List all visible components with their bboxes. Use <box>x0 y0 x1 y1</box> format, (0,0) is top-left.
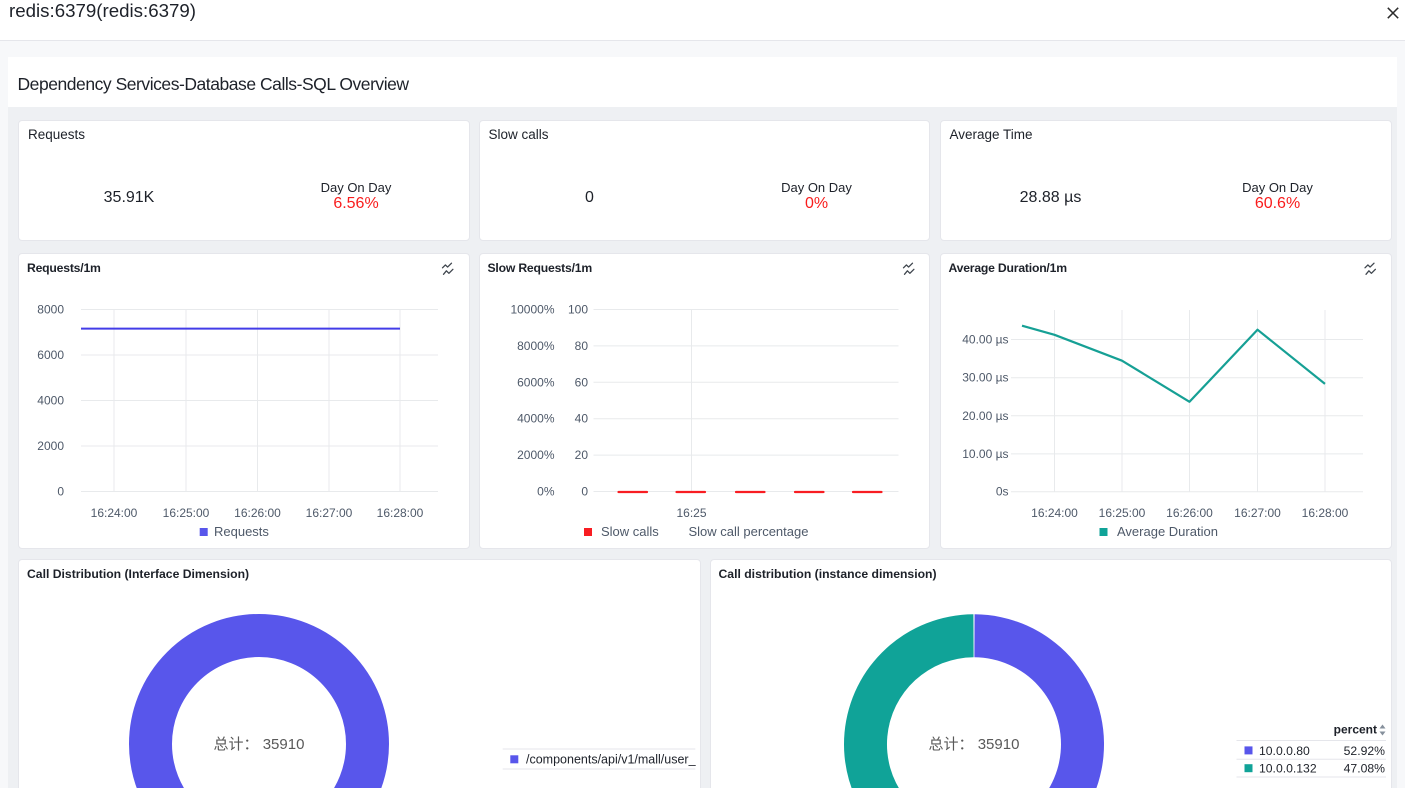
svg-text:/components/api/v1/mall/user_: /components/api/v1/mall/user_ <box>526 752 697 766</box>
svg-text:10.0.0.132: 10.0.0.132 <box>1259 761 1317 775</box>
svg-text:16:27:00: 16:27:00 <box>1234 506 1281 520</box>
svg-text:60: 60 <box>574 375 588 389</box>
svg-text:20.00 µs: 20.00 µs <box>962 409 1008 423</box>
svg-text:0: 0 <box>581 485 588 499</box>
svg-text:16:24:00: 16:24:00 <box>91 506 138 520</box>
svg-text:8000: 8000 <box>37 303 64 317</box>
svg-text:Slow calls: Slow calls <box>601 524 659 539</box>
svg-text:2000: 2000 <box>37 439 64 453</box>
svg-text:8000%: 8000% <box>517 339 555 353</box>
svg-text:Requests: Requests <box>214 524 269 539</box>
svg-text:总计： 35910: 总计： 35910 <box>214 736 305 753</box>
svg-text:16:25:00: 16:25:00 <box>163 506 210 520</box>
svg-text:16:25:00: 16:25:00 <box>1098 506 1145 520</box>
svg-text:0: 0 <box>57 485 64 499</box>
svg-text:percent: percent <box>1333 722 1376 736</box>
svg-text:47.08%: 47.08% <box>1343 761 1384 775</box>
svg-text:16:26:00: 16:26:00 <box>234 506 281 520</box>
svg-text:52.92%: 52.92% <box>1343 743 1384 757</box>
svg-text:总计： 35910: 总计： 35910 <box>928 736 1019 753</box>
svg-text:16:26:00: 16:26:00 <box>1166 506 1213 520</box>
svg-text:16:24:00: 16:24:00 <box>1031 506 1078 520</box>
svg-text:40.00 µs: 40.00 µs <box>962 333 1008 347</box>
svg-text:16:28:00: 16:28:00 <box>1301 506 1348 520</box>
svg-text:10.00 µs: 10.00 µs <box>962 447 1008 461</box>
svg-text:4000: 4000 <box>37 394 64 408</box>
svg-text:4000%: 4000% <box>517 412 555 426</box>
svg-text:16:25: 16:25 <box>676 506 706 520</box>
svg-text:20: 20 <box>574 448 588 462</box>
svg-text:0s: 0s <box>995 485 1008 499</box>
svg-text:40: 40 <box>574 412 588 426</box>
svg-text:Slow call percentage: Slow call percentage <box>688 524 808 539</box>
svg-text:6000: 6000 <box>37 348 64 362</box>
svg-text:0%: 0% <box>537 485 555 499</box>
svg-text:Average Duration: Average Duration <box>1117 524 1218 539</box>
svg-text:100: 100 <box>567 303 587 317</box>
svg-text:80: 80 <box>574 339 588 353</box>
svg-text:10000%: 10000% <box>510 303 554 317</box>
svg-text:6000%: 6000% <box>517 375 555 389</box>
svg-text:16:27:00: 16:27:00 <box>306 506 353 520</box>
svg-text:2000%: 2000% <box>517 448 555 462</box>
svg-text:30.00 µs: 30.00 µs <box>962 371 1008 385</box>
svg-text:10.0.0.80: 10.0.0.80 <box>1259 743 1310 757</box>
svg-text:16:28:00: 16:28:00 <box>377 506 424 520</box>
